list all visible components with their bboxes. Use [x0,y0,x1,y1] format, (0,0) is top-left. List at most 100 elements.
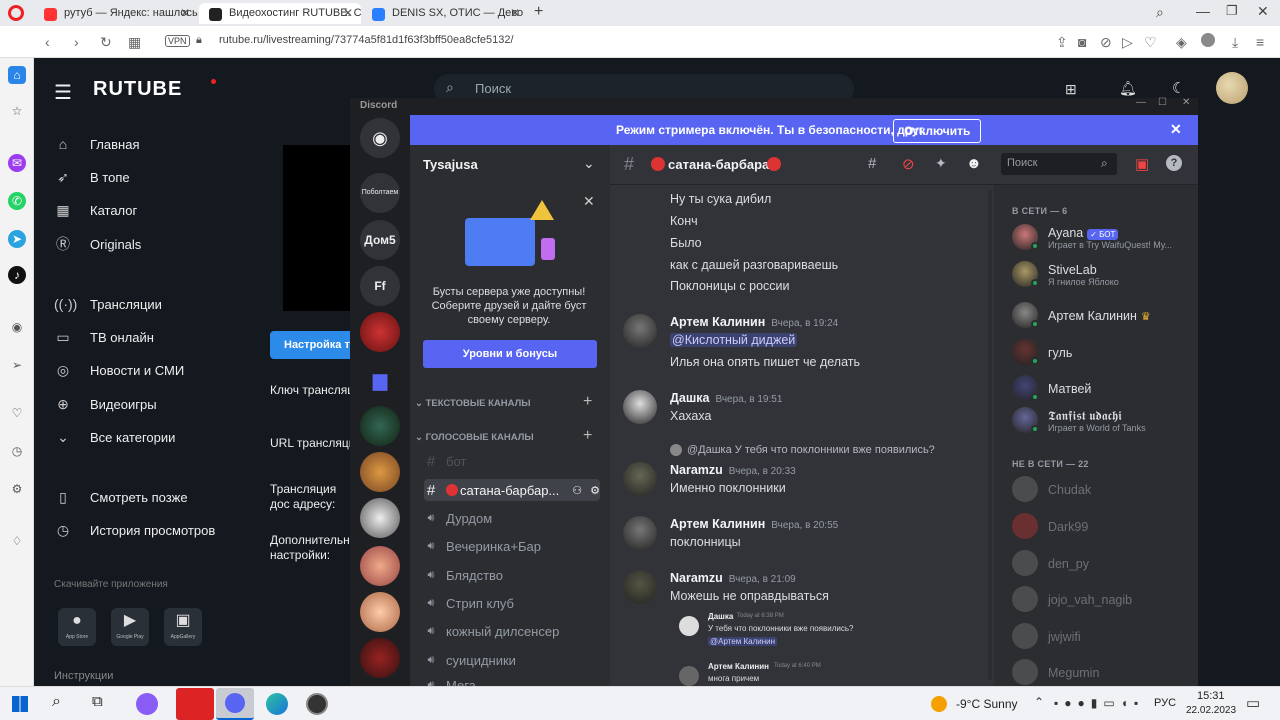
search-input[interactable]: Поиск [1007,157,1037,169]
reply-preview[interactable]: @Дашка У тебя что поклонники вже появили… [687,444,935,456]
tiles-icon[interactable]: ▦ [128,34,141,51]
download-icon[interactable]: ⤓ [1232,34,1238,51]
channel-item[interactable]: 🔊︎ суицидники [424,649,600,671]
server-icon[interactable] [360,452,400,492]
home-icon[interactable]: ⌂ [8,66,26,84]
server-icon[interactable] [360,638,400,678]
menu-icon[interactable]: ≡ [1256,34,1264,50]
nav-item-8[interactable]: ⌄ Все категории [54,427,175,447]
share-icon[interactable]: ⇪ [1056,34,1068,51]
server-icon[interactable]: Дом5 [360,220,400,260]
opera-logo-icon[interactable] [8,5,24,21]
text-channels-header[interactable]: ⌄ ТЕКСТОВЫЕ КАНАЛЫ [415,398,531,409]
server-name[interactable]: Tysajusa [423,157,478,172]
app-icon[interactable] [306,693,328,715]
messenger-icon[interactable]: ✉ [8,154,26,172]
mention[interactable]: @Кислотный диджей [670,333,798,347]
app-icon[interactable] [136,693,158,715]
member-item-offline[interactable]: jwjwifi [1012,621,1192,655]
task-view-icon[interactable]: ⧉ [92,693,103,710]
search-input[interactable]: Поиск [475,81,511,96]
discord-min-icon[interactable]: — [1136,97,1146,108]
pin-icon[interactable]: ✦ [935,155,947,172]
notifications-icon[interactable]: ▭ [1246,694,1260,712]
message-author[interactable]: Дашка Вчера, в 19:51 [670,391,782,405]
inbox-icon[interactable]: ▣ [1135,155,1149,173]
server-icon[interactable] [360,498,400,538]
mute-icon[interactable]: ⊘ [902,155,915,173]
new-tab-icon[interactable]: + [534,3,543,21]
forward-icon[interactable]: › [74,34,79,50]
whatsapp-icon[interactable]: ✆ [8,192,26,210]
chevron-down-icon[interactable]: ⌄ [583,155,595,172]
discord-close-icon[interactable]: ✕ [1182,97,1190,108]
server-icon[interactable] [360,312,400,352]
discord-taskbar-icon[interactable] [216,688,254,720]
message-author[interactable]: Артем Калинин Вчера, в 19:24 [670,315,838,329]
discord-max-icon[interactable]: ☐ [1158,97,1167,108]
nav-item-5[interactable]: ▭ ТВ онлайн [54,327,154,347]
close-icon[interactable]: ✕ [510,6,520,20]
member-item-offline[interactable]: Chudak [1012,474,1192,508]
hamburger-icon[interactable]: ☰ [54,80,72,105]
disable-streamer-button[interactable]: Отключить [893,119,982,143]
settings-icon[interactable]: ⚙ [8,480,26,498]
send-icon[interactable]: ➢ [8,356,26,374]
add-channel-icon[interactable]: + [583,427,592,445]
member-item-offline[interactable]: jojo_vah_nagib [1012,584,1192,618]
cube-icon[interactable]: ◈ [1176,34,1187,51]
theme-moon-icon[interactable]: ☾ [1172,79,1185,97]
avatar[interactable] [623,570,657,604]
windows-start-icon[interactable] [12,696,28,712]
clock-time[interactable]: 15:31 [1197,690,1225,702]
server-icon[interactable]: Поболтаем [360,173,400,213]
instructions-link[interactable]: Инструкции [54,670,113,682]
member-item[interactable]: Матвей [1012,373,1192,407]
close-icon[interactable]: ✕ [583,193,595,210]
channel-item[interactable]: 🔊︎ Стрип клуб [424,592,600,614]
maximize-icon[interactable]: ❐ [1226,3,1238,19]
avatar[interactable] [623,516,657,550]
player-icon[interactable]: ◉ [8,318,26,336]
voice-channels-header[interactable]: ⌄ ГОЛОСОВЫЕ КАНАЛЫ [415,432,534,443]
bulb-icon[interactable]: ♢ [8,532,26,550]
bookmark-icon[interactable]: ☆ [8,102,26,120]
message-author[interactable]: Naramzu Вчера, в 20:33 [670,463,796,477]
app-gallery-button[interactable]: ▣ AppGallery [164,608,202,646]
avatar[interactable] [623,314,657,348]
edge-icon[interactable] [266,693,288,715]
heart-icon[interactable]: ♡ [1144,34,1157,51]
tiktok-icon[interactable]: ♪ [8,266,26,284]
stream-settings-button[interactable]: Настройка тр [270,331,356,359]
member-item-offline[interactable]: Dark99 [1012,511,1192,545]
add-channel-icon[interactable]: + [583,393,592,411]
server-icon[interactable] [360,406,400,446]
google-play-button[interactable]: ▶ Google Play [111,608,149,646]
member-item[interactable]: Артем Калинин ♛ [1012,300,1192,334]
server-icon[interactable] [360,592,400,632]
channel-item-active[interactable]: # сатана-барбар... ⚇ ⚙ [424,479,600,501]
telegram-icon[interactable]: ➤ [8,230,26,248]
search-tabs-icon[interactable]: ⌕ [1156,4,1164,21]
member-item[interactable]: гуль [1012,337,1192,371]
nav-item-10[interactable]: ◷ История просмотров [54,520,215,540]
browser-tab-2[interactable]: Видеохостинг RUTUBE. Сm ✕ [199,3,361,24]
url-field[interactable]: rutube.ru/livestreaming/73774a5f81d1f63f… [219,34,514,46]
rutube-logo[interactable]: RUTUBE [93,78,182,101]
members-icon[interactable]: ☻ [966,155,982,172]
back-icon[interactable]: ‹ [45,34,50,50]
channel-item[interactable]: 🔊︎ Дурдом [424,507,600,529]
avatar[interactable] [623,462,657,496]
chat-scrollbar[interactable] [988,190,992,680]
avatar[interactable] [1216,72,1248,104]
app-store-button[interactable]: ● App Store [58,608,96,646]
nav-item-0[interactable]: ⌂ Главная [54,134,140,154]
tray-icons[interactable]: ▪●●▮▭◖▪ [1054,696,1144,710]
close-icon[interactable]: ✕ [343,6,353,20]
browser-tab-3[interactable]: DENIS SX, ОТИС — Дево ✕ [362,3,528,24]
nav-item-4[interactable]: ((·)) Трансляции [54,294,162,314]
member-item[interactable]: Ayana ✓ БОТ Играет в Try WaifuQuest! My... [1012,222,1192,256]
channel-item[interactable]: 🔊︎ Блядство [424,564,600,586]
message-author[interactable]: Naramzu Вчера, в 21:09 [670,571,796,585]
nav-item-3[interactable]: Ⓡ Originals [54,234,141,254]
